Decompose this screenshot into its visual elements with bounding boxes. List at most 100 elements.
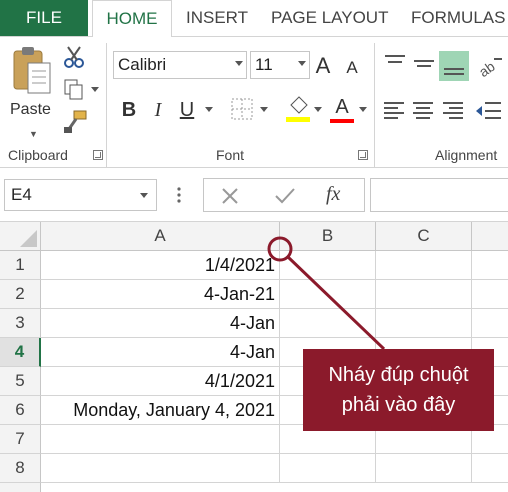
bold-button[interactable]: B (118, 95, 140, 125)
chevron-down-icon (140, 193, 148, 198)
cell-a5[interactable]: 4/1/2021 (41, 367, 280, 396)
font-name-select[interactable]: Calibri (113, 51, 247, 79)
font-color-button[interactable]: A (330, 95, 354, 125)
tab-page-layout[interactable]: PAGE LAYOUT (271, 0, 388, 36)
font-group-label: Font (216, 147, 245, 163)
more-options-icon[interactable] (176, 186, 182, 204)
align-center-icon[interactable] (411, 99, 435, 123)
formula-input[interactable] (370, 178, 508, 212)
grow-font-icon: A (315, 53, 331, 78)
copy-dropdown-icon[interactable] (91, 87, 99, 92)
shrink-font-button[interactable]: A (341, 53, 363, 83)
cell-b8[interactable] (280, 454, 376, 483)
underline-button[interactable]: U (176, 95, 198, 125)
italic-button[interactable]: I (147, 95, 169, 125)
font-size-value: 11 (255, 55, 273, 74)
copy-icon[interactable] (62, 77, 86, 101)
font-color-dropdown-icon[interactable] (359, 107, 367, 112)
name-box-value: E4 (11, 185, 32, 204)
font-color-icon: A (335, 96, 349, 118)
ribbon-separator (374, 43, 375, 167)
cell-d1[interactable] (472, 251, 508, 280)
column-header-c[interactable]: C (376, 222, 472, 251)
annotation-callout: Nháy đúp chuột phải vào đây (303, 349, 494, 431)
font-name-value: Calibri (118, 55, 167, 74)
name-box[interactable]: E4 (4, 179, 157, 211)
column-header-d[interactable] (472, 222, 508, 251)
decrease-indent-icon[interactable] (474, 99, 502, 123)
cell-a4[interactable]: 4-Jan (41, 338, 280, 367)
align-left-icon[interactable] (382, 99, 406, 123)
clipboard-launcher-icon[interactable] (93, 150, 103, 160)
font-launcher-icon[interactable] (358, 150, 368, 160)
cell-d8[interactable] (472, 454, 508, 483)
cell-a8[interactable] (41, 454, 280, 483)
cell-a1[interactable]: 1/4/2021 (41, 251, 280, 280)
column-header-b[interactable]: B (280, 222, 376, 251)
font-color-swatch (330, 119, 354, 123)
formula-bar: E4 fx (0, 168, 508, 222)
cell-c3[interactable] (376, 309, 472, 338)
row-header[interactable]: 2 (0, 280, 41, 309)
svg-text:ab: ab (476, 58, 498, 79)
cell-c8[interactable] (376, 454, 472, 483)
tab-home[interactable]: HOME (92, 0, 172, 37)
align-middle-icon[interactable] (411, 51, 437, 75)
paste-label: Paste (10, 101, 51, 118)
tab-formulas[interactable]: FORMULAS (411, 0, 505, 36)
align-right-icon[interactable] (441, 99, 465, 123)
paste-button[interactable]: Paste ▼ (4, 43, 58, 139)
grow-font-button[interactable]: A (312, 51, 334, 81)
ribbon: Paste ▼ Clipboard Calibri 11 A A B I U A… (0, 36, 508, 168)
cell-a2[interactable]: 4-Jan-21 (41, 280, 280, 309)
cell-b1[interactable] (280, 251, 376, 280)
borders-dropdown-icon[interactable] (260, 107, 268, 112)
row-header-active[interactable]: 4 (0, 338, 41, 367)
cell-a7[interactable] (41, 425, 280, 454)
row-header[interactable]: 8 (0, 454, 41, 483)
cell-a6[interactable]: Monday, January 4, 2021 (41, 396, 280, 425)
row-header[interactable]: 3 (0, 309, 41, 338)
enter-check-icon[interactable] (274, 186, 296, 206)
cell-b2[interactable] (280, 280, 376, 309)
alignment-group-label: Alignment (435, 147, 498, 163)
cell-d3[interactable] (472, 309, 508, 338)
formula-buttons: fx (203, 178, 365, 212)
fill-color-dropdown-icon[interactable] (314, 107, 322, 112)
clipboard-group-label: Clipboard (8, 147, 68, 163)
borders-icon[interactable] (230, 97, 254, 121)
underline-dropdown-icon[interactable] (205, 107, 213, 112)
row-header[interactable]: 1 (0, 251, 41, 280)
ribbon-separator (106, 43, 107, 167)
cell-a3[interactable]: 4-Jan (41, 309, 280, 338)
cell-c2[interactable] (376, 280, 472, 309)
cut-icon[interactable] (62, 45, 86, 69)
cell-b3[interactable] (280, 309, 376, 338)
tab-file[interactable]: FILE (0, 0, 88, 36)
cell-d2[interactable] (472, 280, 508, 309)
ribbon-tab-bar: FILE HOME INSERT PAGE LAYOUT FORMULAS (0, 0, 508, 37)
font-size-select[interactable]: 11 (250, 51, 310, 79)
chevron-down-icon (235, 61, 243, 66)
select-all-button[interactable] (0, 222, 41, 251)
fill-color-icon[interactable] (285, 95, 311, 123)
cancel-icon[interactable] (220, 186, 240, 206)
paste-dropdown-icon[interactable]: ▼ (29, 129, 38, 139)
align-bottom-icon[interactable] (439, 51, 469, 81)
annotation-line-2: phải vào đây (341, 394, 456, 416)
underline-icon: U (179, 98, 195, 121)
align-top-icon[interactable] (382, 51, 408, 75)
tab-insert[interactable]: INSERT (186, 0, 248, 36)
row-header[interactable]: 6 (0, 396, 41, 425)
cell-c1[interactable] (376, 251, 472, 280)
row-header[interactable]: 7 (0, 425, 41, 454)
clipboard-paste-icon (13, 47, 51, 94)
format-painter-icon[interactable] (62, 109, 88, 135)
insert-function-icon[interactable]: fx (326, 183, 340, 206)
row-header[interactable] (0, 483, 41, 492)
orientation-icon[interactable]: ab (476, 53, 506, 79)
row-header[interactable]: 5 (0, 367, 41, 396)
italic-icon: I (154, 98, 162, 121)
shrink-font-icon: A (346, 58, 358, 77)
column-header-a[interactable]: A (41, 222, 280, 251)
